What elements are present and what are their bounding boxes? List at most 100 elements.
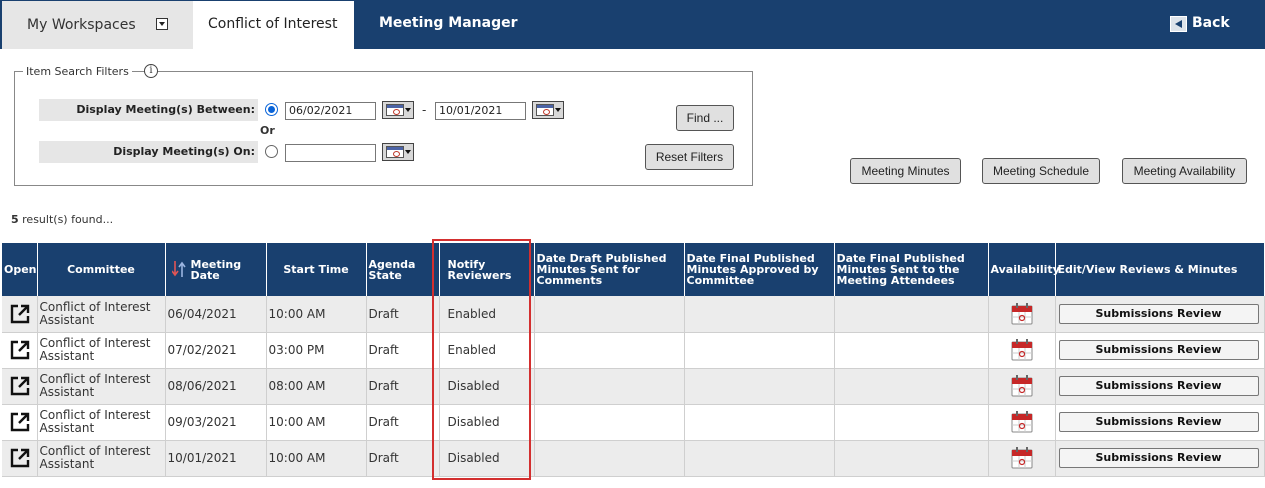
final-published-cell	[684, 440, 835, 477]
open-external-icon[interactable]	[9, 339, 31, 361]
meeting-minutes-button[interactable]: Meeting Minutes	[850, 158, 961, 184]
open-external-icon[interactable]	[9, 411, 31, 433]
start-time-cell: 10:00 AM	[266, 296, 367, 333]
meeting-schedule-button[interactable]: Meeting Schedule	[982, 158, 1100, 184]
calendar-icon[interactable]	[1011, 302, 1033, 325]
final-sent-cell	[834, 332, 989, 369]
col-agenda-state[interactable]: Agenda State	[366, 243, 440, 296]
availability-cell	[988, 404, 1056, 441]
open-cell	[2, 368, 38, 405]
notify-reviewers-cell: Disabled	[439, 368, 535, 405]
meeting-availability-button[interactable]: Meeting Availability	[1122, 158, 1247, 184]
tab-meeting-manager[interactable]: Meeting Manager	[379, 15, 518, 31]
col-final-sent[interactable]: Date Final Published Minutes Sent to the…	[834, 243, 989, 296]
filters-legend: Item Search Filters	[23, 65, 132, 78]
availability-cell	[988, 332, 1056, 369]
calendar-icon	[386, 146, 404, 158]
calendar-icon[interactable]	[1011, 411, 1033, 433]
availability-cell	[988, 440, 1056, 477]
table-row: Conflict of Interest Assistant 07/02/2021…	[2, 332, 1265, 369]
final-sent-cell	[834, 404, 989, 441]
col-availability: Availability	[988, 243, 1060, 296]
col-start-time[interactable]: Start Time	[266, 243, 367, 296]
draft-published-cell	[534, 296, 685, 333]
on-radio[interactable]	[265, 145, 278, 158]
edit-view-cell: Submissions Review	[1055, 368, 1265, 405]
open-external-icon[interactable]	[9, 375, 31, 397]
col-edit-view: Edit/View Reviews & Minutes	[1055, 243, 1265, 296]
table-row: Conflict of Interest Assistant 08/06/2021…	[2, 368, 1265, 405]
col-committee[interactable]: Committee	[37, 243, 166, 296]
calendar-icon[interactable]	[1011, 447, 1033, 469]
back-arrow-icon	[1170, 16, 1187, 32]
agenda-state-cell: Draft	[366, 332, 440, 369]
draft-published-cell	[534, 440, 685, 477]
open-external-icon[interactable]	[9, 303, 31, 325]
col-notify-reviewers[interactable]: Notify Reviewers	[439, 243, 535, 296]
notify-reviewers-cell: Enabled	[439, 296, 535, 333]
final-published-cell	[684, 368, 835, 405]
final-published-cell	[684, 404, 835, 441]
meetings-table: Open Committee Meeting Date Start Time A…	[2, 243, 1265, 477]
meeting-date-cell: 10/01/2021	[165, 440, 267, 477]
calendar-icon	[536, 104, 554, 116]
reset-filters-button[interactable]: Reset Filters	[645, 144, 734, 170]
date-to-input[interactable]: 10/01/2021	[435, 102, 526, 120]
find-button[interactable]: Find ...	[676, 105, 734, 131]
info-icon[interactable]: i	[144, 64, 158, 78]
table-header-row: Open Committee Meeting Date Start Time A…	[2, 243, 1265, 296]
tab-my-workspaces[interactable]: My Workspaces	[2, 1, 193, 49]
submissions-review-button[interactable]: Submissions Review	[1058, 448, 1259, 468]
edit-view-cell: Submissions Review	[1055, 296, 1265, 333]
between-label: Display Meeting(s) Between:	[39, 99, 258, 121]
committee-cell: Conflict of Interest Assistant	[37, 296, 166, 333]
availability-cell	[988, 296, 1056, 333]
edit-view-cell: Submissions Review	[1055, 440, 1265, 477]
results-count: 5 result(s) found...	[11, 213, 113, 226]
open-external-icon[interactable]	[9, 447, 31, 469]
date-from-calendar-button[interactable]	[382, 101, 414, 119]
calendar-icon[interactable]	[1011, 339, 1033, 361]
committee-cell: Conflict of Interest Assistant	[37, 404, 166, 441]
meeting-date-cell: 09/03/2021	[165, 404, 267, 441]
committee-cell: Conflict of Interest Assistant	[37, 440, 166, 477]
committee-cell: Conflict of Interest Assistant	[37, 332, 166, 369]
draft-published-cell	[534, 332, 685, 369]
submissions-review-button[interactable]: Submissions Review	[1058, 412, 1259, 432]
submissions-review-button[interactable]: Submissions Review	[1058, 376, 1259, 396]
date-to-calendar-button[interactable]	[532, 101, 564, 119]
meeting-date-cell: 06/04/2021	[165, 296, 267, 333]
availability-cell	[988, 368, 1056, 405]
item-search-filters	[14, 71, 753, 186]
top-nav-bar: My Workspaces Conflict of Interest Meeti…	[0, 0, 1265, 49]
col-meeting-date[interactable]: Meeting Date	[165, 243, 267, 296]
draft-published-cell	[534, 368, 685, 405]
col-final-published[interactable]: Date Final Published Minutes Approved by…	[684, 243, 835, 296]
agenda-state-cell: Draft	[366, 440, 440, 477]
start-time-cell: 08:00 AM	[266, 368, 367, 405]
notify-reviewers-cell: Disabled	[439, 404, 535, 441]
start-time-cell: 10:00 AM	[266, 440, 367, 477]
committee-cell: Conflict of Interest Assistant	[37, 368, 166, 405]
date-from-input[interactable]: 06/02/2021	[285, 102, 376, 120]
on-label: Display Meeting(s) On:	[39, 141, 258, 163]
final-sent-cell	[834, 440, 989, 477]
notify-reviewers-cell: Disabled	[439, 440, 535, 477]
col-draft-published[interactable]: Date Draft Published Minutes Sent for Co…	[534, 243, 685, 296]
dropdown-arrow-icon	[405, 150, 411, 154]
between-radio[interactable]	[265, 103, 278, 116]
sort-icon[interactable]	[171, 260, 186, 278]
meeting-date-cell: 08/06/2021	[165, 368, 267, 405]
date-on-input[interactable]	[285, 144, 376, 162]
date-on-calendar-button[interactable]	[382, 143, 414, 161]
tab-conflict-of-interest[interactable]: Conflict of Interest	[193, 1, 354, 49]
table-row: Conflict of Interest Assistant 06/04/2021…	[2, 296, 1265, 333]
calendar-icon[interactable]	[1011, 375, 1033, 397]
submissions-review-button[interactable]: Submissions Review	[1058, 303, 1259, 324]
date-separator: -	[422, 103, 427, 117]
chevron-down-icon[interactable]	[156, 18, 168, 30]
dropdown-arrow-icon	[555, 108, 561, 112]
start-time-cell: 10:00 AM	[266, 404, 367, 441]
tab-conflict-of-interest-label: Conflict of Interest	[208, 16, 338, 32]
submissions-review-button[interactable]: Submissions Review	[1058, 340, 1259, 360]
